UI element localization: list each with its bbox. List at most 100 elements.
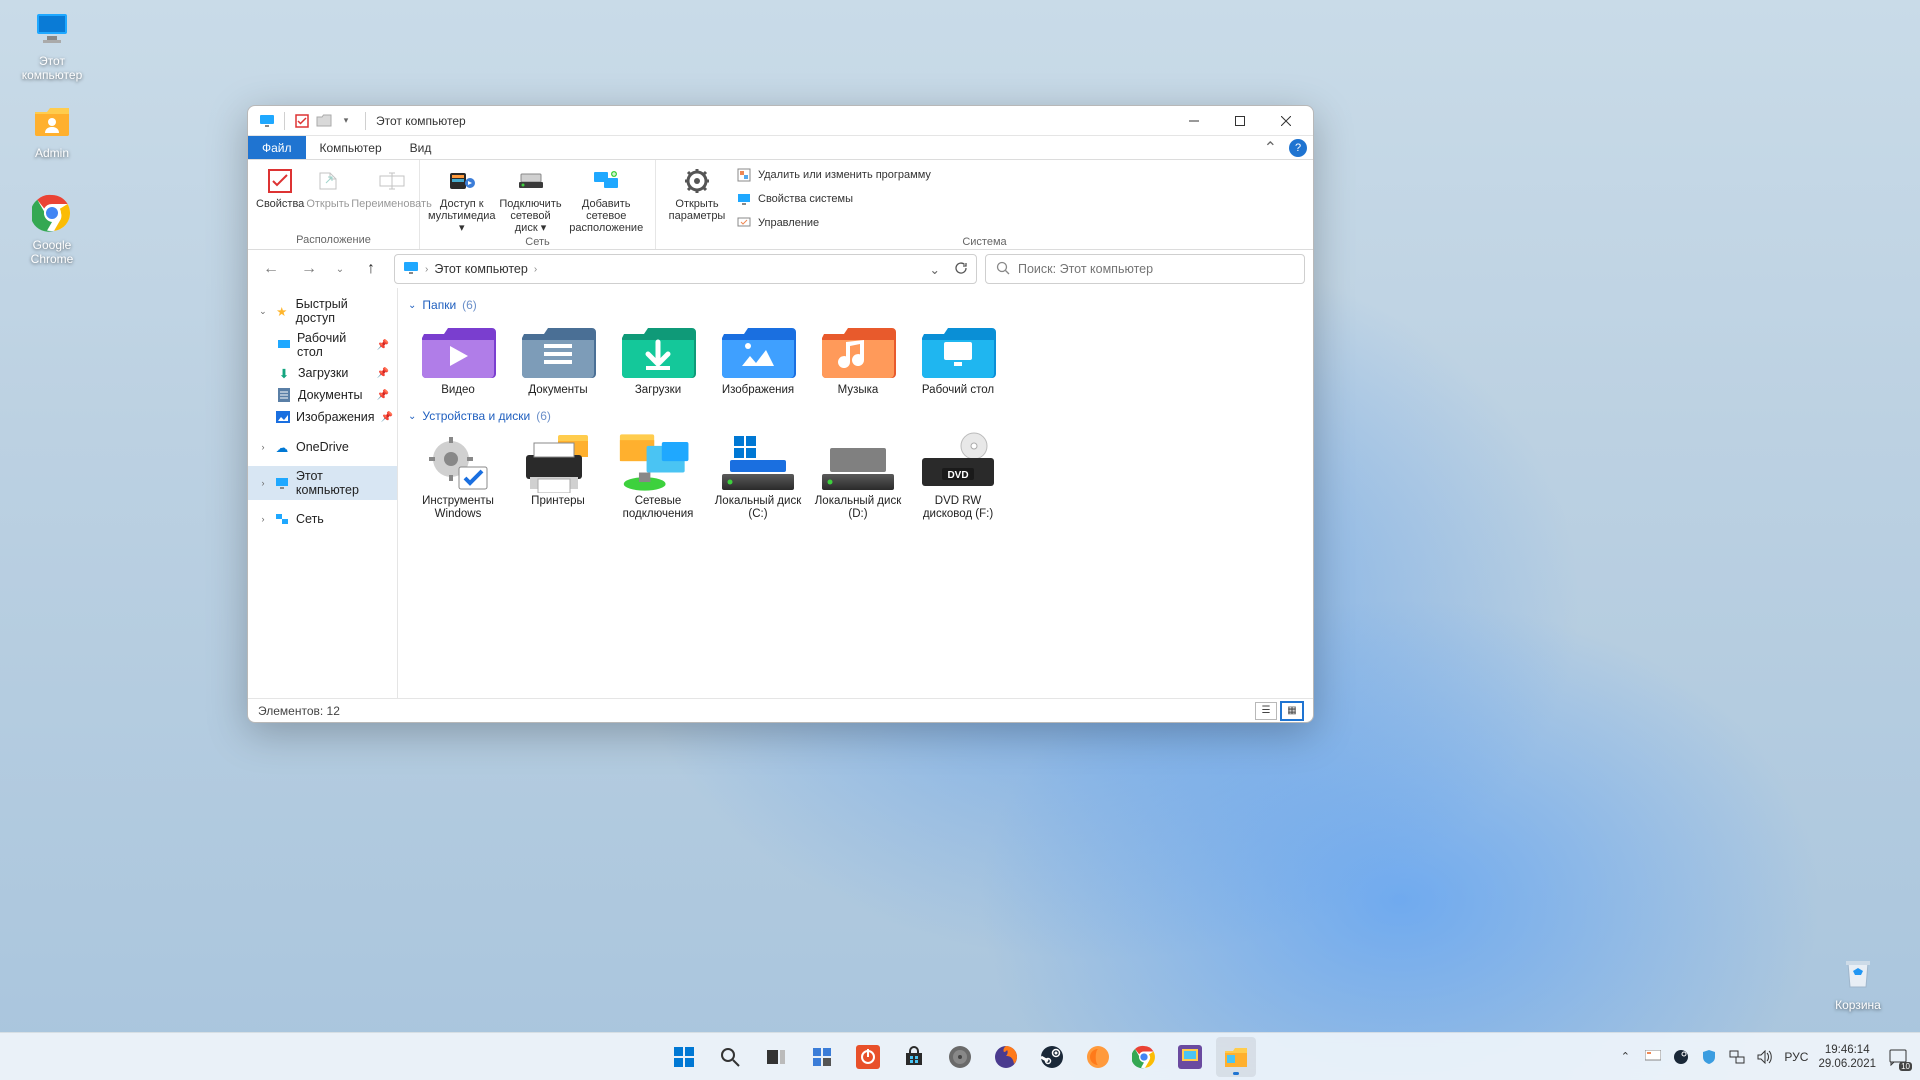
- view-large-icons-button[interactable]: ▦: [1281, 702, 1303, 720]
- folder-item[interactable]: Документы: [508, 316, 608, 403]
- chevron-down-icon[interactable]: ⌄: [258, 306, 268, 316]
- folder-icon: [618, 322, 698, 382]
- group-devices-header[interactable]: ⌄Устройства и диски (6): [408, 403, 1303, 427]
- refresh-icon[interactable]: [954, 261, 968, 278]
- taskbar-taskview-button[interactable]: [756, 1037, 796, 1077]
- desktop-icon-label: Корзина: [1835, 998, 1881, 1012]
- start-button[interactable]: [664, 1037, 704, 1077]
- address-bar[interactable]: › Этот компьютер › ⌄: [394, 254, 977, 284]
- folder-icon: [918, 322, 998, 382]
- address-dropdown-icon[interactable]: ⌄: [930, 262, 940, 277]
- taskbar-app-1[interactable]: [848, 1037, 888, 1077]
- media-icon: [447, 166, 477, 196]
- device-item[interactable]: Сетевые подключения: [608, 427, 708, 527]
- tray-network-icon[interactable]: [1728, 1048, 1746, 1066]
- qat-properties-icon[interactable]: [293, 112, 311, 130]
- chevron-right-icon[interactable]: ›: [258, 514, 268, 524]
- device-item[interactable]: DVD DVD RW дисковод (F:): [908, 427, 1008, 527]
- chevron-right-icon[interactable]: ›: [258, 442, 268, 452]
- minimize-button[interactable]: [1171, 106, 1217, 136]
- ribbon-map-drive-button[interactable]: Подключить сетевой диск ▾: [498, 162, 564, 234]
- taskbar-widgets-button[interactable]: [802, 1037, 842, 1077]
- tray-clock[interactable]: 19:46:14 29.06.2021: [1818, 1043, 1876, 1071]
- pin-icon[interactable]: 📌: [381, 412, 393, 423]
- folder-item[interactable]: Загрузки: [608, 316, 708, 403]
- folder-item[interactable]: Музыка: [808, 316, 908, 403]
- tab-computer[interactable]: Компьютер: [306, 136, 396, 159]
- sidebar-item-desktop[interactable]: Рабочий стол📌: [248, 328, 397, 362]
- nav-up-button[interactable]: ↑: [356, 254, 386, 284]
- desktop-icon-admin[interactable]: Admin: [12, 100, 92, 160]
- sidebar-quick-access[interactable]: ⌄★Быстрый доступ: [248, 294, 397, 328]
- device-item[interactable]: Принтеры: [508, 427, 608, 527]
- pin-icon[interactable]: 📌: [377, 368, 389, 379]
- taskbar-app-3[interactable]: [1078, 1037, 1118, 1077]
- qat-dropdown-icon[interactable]: ▾: [337, 112, 355, 130]
- status-text: Элементов: 12: [258, 704, 340, 718]
- folder-item[interactable]: Видео: [408, 316, 508, 403]
- search-input[interactable]: [1018, 262, 1294, 276]
- taskbar-steam-button[interactable]: [1032, 1037, 1072, 1077]
- nav-recent-dropdown[interactable]: ⌄: [332, 254, 348, 284]
- taskbar-firefox-button[interactable]: [986, 1037, 1026, 1077]
- sidebar-onedrive[interactable]: ›☁OneDrive: [248, 436, 397, 458]
- tab-view[interactable]: Вид: [396, 136, 446, 159]
- pin-icon[interactable]: 📌: [377, 340, 389, 351]
- desktop-icon-chrome[interactable]: Google Chrome: [12, 192, 92, 266]
- device-icon: [418, 433, 498, 493]
- help-icon[interactable]: ?: [1289, 139, 1307, 157]
- taskbar-search-button[interactable]: [710, 1037, 750, 1077]
- taskbar-explorer-button[interactable]: [1216, 1037, 1256, 1077]
- tray-overflow-icon[interactable]: ⌃: [1616, 1048, 1634, 1066]
- maximize-button[interactable]: [1217, 106, 1263, 136]
- folder-label: Рабочий стол: [922, 384, 994, 397]
- ribbon-uninstall-button[interactable]: Удалить или изменить программу: [732, 164, 935, 186]
- ribbon-open-settings-button[interactable]: Открыть параметры: [664, 162, 730, 222]
- nav-forward-button[interactable]: →: [294, 254, 324, 284]
- sidebar-network[interactable]: ›Сеть: [248, 508, 397, 530]
- ribbon-media-button[interactable]: Доступ к мультимедиа ▾: [428, 162, 496, 234]
- breadcrumb-item[interactable]: Этот компьютер: [434, 262, 527, 276]
- tray-notifications-button[interactable]: 10: [1886, 1045, 1910, 1069]
- sidebar-item-pictures[interactable]: Изображения📌: [248, 406, 397, 428]
- device-item[interactable]: Локальный диск (C:): [708, 427, 808, 527]
- taskbar-app-2[interactable]: [940, 1037, 980, 1077]
- ribbon-system-props-button[interactable]: Свойства системы: [732, 188, 935, 210]
- folder-item[interactable]: Изображения: [708, 316, 808, 403]
- sidebar-this-pc[interactable]: ›Этот компьютер: [248, 466, 397, 500]
- ribbon-open-button[interactable]: Открыть: [306, 162, 349, 210]
- chevron-right-icon[interactable]: ›: [534, 264, 537, 275]
- title-bar[interactable]: ▾ Этот компьютер: [248, 106, 1313, 136]
- desktop-icon-recycle[interactable]: Корзина: [1818, 952, 1898, 1012]
- taskbar-store-button[interactable]: [894, 1037, 934, 1077]
- group-folders-header[interactable]: ⌄Папки (6): [408, 292, 1303, 316]
- close-button[interactable]: [1263, 106, 1309, 136]
- taskbar-app-4[interactable]: [1170, 1037, 1210, 1077]
- view-details-button[interactable]: ☰: [1255, 702, 1277, 720]
- tray-defender-icon[interactable]: [1700, 1048, 1718, 1066]
- recycle-bin-icon: [1837, 952, 1879, 994]
- tray-language[interactable]: РУС: [1784, 1050, 1808, 1064]
- search-box[interactable]: [985, 254, 1305, 284]
- desktop-icon-this-pc[interactable]: Этот компьютер: [12, 8, 92, 82]
- qat-folder-icon[interactable]: [315, 112, 333, 130]
- ribbon-rename-button[interactable]: Переименовать: [352, 162, 432, 210]
- folder-item[interactable]: Рабочий стол: [908, 316, 1008, 403]
- sidebar-item-documents[interactable]: Документы📌: [248, 384, 397, 406]
- device-item[interactable]: Инструменты Windows: [408, 427, 508, 527]
- tab-file[interactable]: Файл: [248, 136, 306, 159]
- nav-back-button[interactable]: ←: [256, 254, 286, 284]
- tray-app-icon[interactable]: [1644, 1048, 1662, 1066]
- ribbon-manage-button[interactable]: Управление: [732, 212, 935, 234]
- device-item[interactable]: Локальный диск (D:): [808, 427, 908, 527]
- open-icon: [313, 166, 343, 196]
- ribbon-collapse-icon[interactable]: ⌃: [1258, 136, 1283, 159]
- ribbon-properties-button[interactable]: Свойства: [256, 162, 304, 210]
- chevron-right-icon[interactable]: ›: [258, 478, 268, 488]
- pin-icon[interactable]: 📌: [377, 390, 389, 401]
- taskbar-chrome-button[interactable]: [1124, 1037, 1164, 1077]
- tray-volume-icon[interactable]: [1756, 1048, 1774, 1066]
- sidebar-item-downloads[interactable]: ⬇Загрузки📌: [248, 362, 397, 384]
- ribbon-add-network-button[interactable]: Добавить сетевое расположение: [565, 162, 647, 234]
- tray-steam-icon[interactable]: [1672, 1048, 1690, 1066]
